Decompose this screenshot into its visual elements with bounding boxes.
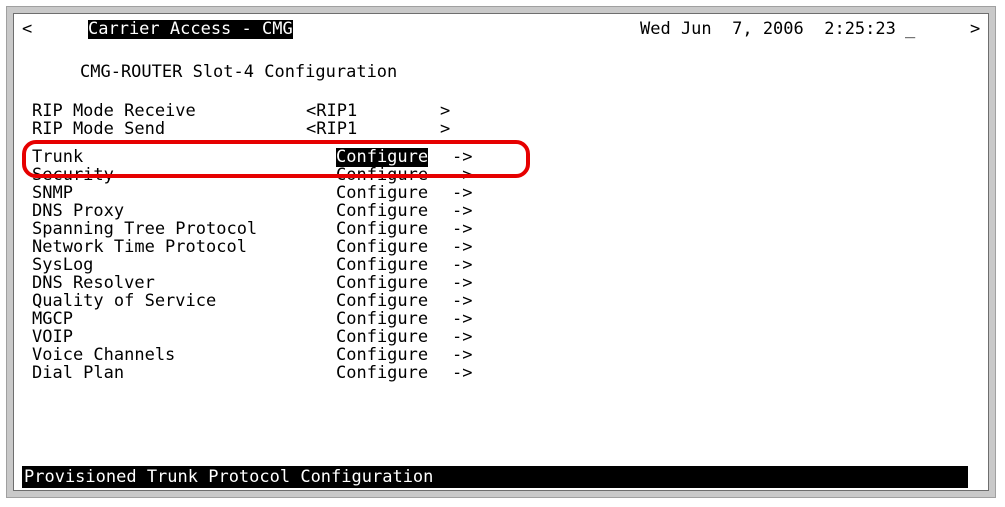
datetime: Wed Jun 7, 2006 2:25:23 (640, 19, 896, 39)
app-title: Carrier Access - CMG (88, 19, 293, 39)
scroll-right-indicator[interactable]: > (970, 20, 980, 39)
setting-label: RIP Mode Send (32, 119, 166, 139)
setting-end: > (440, 119, 451, 139)
menu-label: Dial Plan (32, 363, 125, 383)
setting-value[interactable]: <RIP1 (306, 120, 357, 139)
arrow-icon: -> (452, 363, 473, 383)
terminal-window: < Carrier Access - CMG Wed Jun 7, 2006 2… (6, 6, 996, 498)
configure-button[interactable]: Configure (336, 364, 428, 383)
terminal-screen: < Carrier Access - CMG Wed Jun 7, 2006 2… (13, 13, 989, 491)
cursor: _ (905, 19, 916, 39)
status-bar: Provisioned Trunk Protocol Configuration (22, 466, 968, 488)
scroll-left-indicator[interactable]: < (22, 20, 32, 39)
page-title: CMG-ROUTER Slot-4 Configuration (80, 62, 398, 82)
